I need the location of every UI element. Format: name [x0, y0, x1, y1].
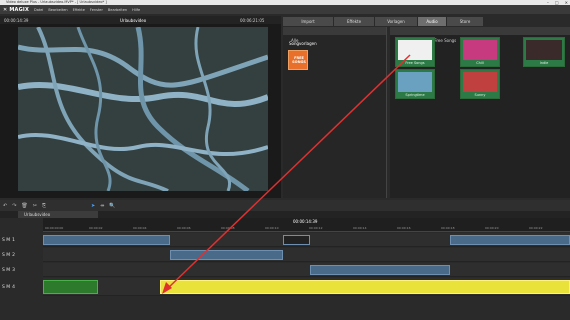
app-window: Video deluxe Plus - Urlaubsvideo.MVP* - …: [0, 0, 570, 320]
drag-arrow: [162, 54, 411, 294]
